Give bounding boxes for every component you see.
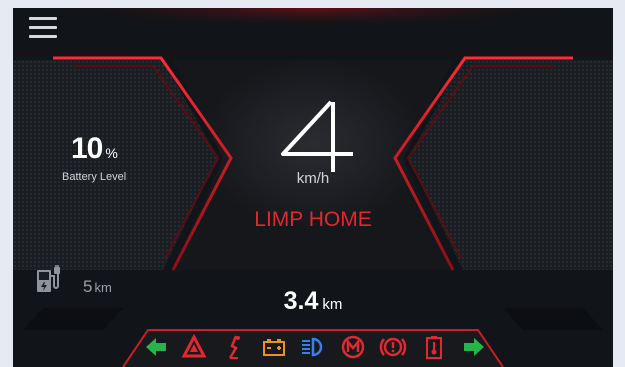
battery-percent: 10: [71, 132, 103, 165]
speed-value: 4: [273, 96, 274, 97]
battery-level-value: 10%: [71, 132, 118, 166]
headlight-icon: [300, 334, 324, 360]
brake-warning-icon: [379, 334, 407, 360]
battery-warning-icon: [261, 334, 285, 360]
drive-mode-label: LIMP HOME: [254, 208, 372, 231]
battery-unit: %: [105, 145, 117, 161]
right-turn-indicator-icon: [462, 334, 486, 360]
menu-button[interactable]: [29, 17, 57, 41]
trip-unit: km: [322, 296, 343, 313]
left-turn-indicator-icon: [144, 334, 168, 360]
side-stand-icon: [222, 334, 246, 360]
motor-warning-icon: [340, 334, 365, 360]
speed-digit-graphic: [281, 100, 353, 172]
battery-level-label: Battery Level: [62, 171, 127, 183]
trip-value: 3.4: [283, 287, 319, 315]
battery-temperature-icon: [422, 334, 446, 360]
speed-readout: 4: [273, 96, 373, 176]
dashboard-screen: 4 km/h 10% Battery Level 5km LIMP HOME 3…: [13, 8, 613, 367]
trip-distance: 3.4 km: [13, 287, 613, 316]
hazard-warning-icon: [181, 333, 207, 360]
hamburger-menu-line: [29, 35, 57, 38]
hamburger-menu-line: [29, 26, 57, 29]
hamburger-menu-icon: [29, 17, 57, 20]
